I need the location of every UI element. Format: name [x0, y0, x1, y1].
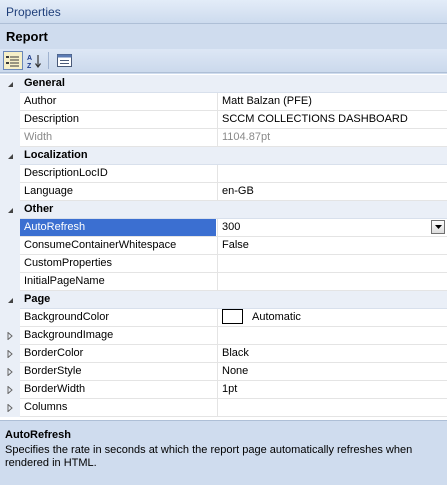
property-value: 300: [222, 221, 241, 233]
svg-text:Z: Z: [27, 63, 32, 69]
color-swatch: [222, 308, 243, 324]
property-value[interactable]: [217, 273, 447, 290]
property-name: Language: [24, 185, 73, 197]
property-row-columns[interactable]: Columns: [0, 399, 447, 417]
dropdown-button[interactable]: [431, 220, 445, 234]
description-title: AutoRefresh: [5, 429, 72, 441]
property-name: CustomProperties: [24, 257, 113, 269]
property-name: BorderStyle: [24, 365, 82, 377]
property-name: BorderColor: [24, 347, 84, 359]
property-name: Width: [24, 131, 53, 143]
property-row-language[interactable]: Language en-GB: [0, 183, 447, 201]
property-row-width[interactable]: Width 1104.87pt: [0, 129, 447, 147]
property-row-bordercolor[interactable]: BorderColor Black: [0, 345, 447, 363]
property-value[interactable]: Matt Balzan (PFE): [217, 93, 447, 110]
property-row-borderwidth[interactable]: BorderWidth 1pt: [0, 381, 447, 399]
category-label: Localization: [24, 149, 88, 161]
collapse-icon[interactable]: [0, 75, 20, 93]
property-value[interactable]: Black: [217, 345, 447, 362]
toolbar-separator: [48, 52, 49, 69]
property-pages-icon: [56, 54, 72, 67]
property-value: 1104.87pt: [217, 129, 447, 146]
properties-toolbar: A Z: [0, 49, 447, 73]
category-label: Page: [24, 293, 51, 305]
property-name: InitialPageName: [24, 275, 105, 287]
property-row-backgroundimage[interactable]: BackgroundImage: [0, 327, 447, 345]
alphabetical-sort-icon: A Z: [27, 54, 41, 69]
property-row-consumecontainerwhitespace[interactable]: ConsumeContainerWhitespace False: [0, 237, 447, 255]
svg-text:A: A: [27, 55, 32, 62]
property-name: BorderWidth: [24, 383, 86, 395]
property-name: Description: [24, 113, 80, 125]
autorefresh-value-input[interactable]: 300: [217, 219, 447, 236]
property-row-initialpagename[interactable]: InitialPageName: [0, 273, 447, 291]
collapse-icon[interactable]: [0, 147, 20, 165]
category-label: Other: [24, 203, 54, 215]
property-value[interactable]: None: [217, 363, 447, 380]
property-value[interactable]: [217, 165, 447, 182]
categorized-view-icon: [6, 55, 19, 66]
alphabetical-view-button[interactable]: A Z: [25, 51, 45, 70]
property-name: ConsumeContainerWhitespace: [24, 239, 177, 251]
description-text: Specifies the rate in seconds at which t…: [5, 444, 413, 469]
property-name: Columns: [24, 401, 68, 413]
property-grid: General Author Matt Balzan (PFE) Descrip…: [0, 74, 447, 420]
property-row-borderstyle[interactable]: BorderStyle None: [0, 363, 447, 381]
property-value[interactable]: [217, 399, 447, 416]
property-row-customproperties[interactable]: CustomProperties: [0, 255, 447, 273]
expand-icon[interactable]: [0, 327, 20, 345]
property-value[interactable]: [217, 255, 447, 272]
property-row-author[interactable]: Author Matt Balzan (PFE): [0, 93, 447, 111]
collapse-icon[interactable]: [0, 291, 20, 309]
expand-icon[interactable]: [0, 345, 20, 363]
chevron-down-icon: [434, 225, 442, 229]
property-value[interactable]: [217, 327, 447, 344]
categorized-view-button[interactable]: [3, 51, 23, 70]
property-value: Automatic: [252, 311, 301, 323]
property-name: AutoRefresh: [20, 219, 216, 236]
category-general[interactable]: General: [0, 75, 447, 93]
collapse-icon[interactable]: [0, 201, 20, 219]
property-value[interactable]: 1pt: [217, 381, 447, 398]
property-name: BackgroundImage: [24, 329, 114, 341]
expand-icon[interactable]: [0, 381, 20, 399]
property-name: DescriptionLocID: [24, 167, 108, 179]
properties-panel-title: Properties: [0, 0, 447, 24]
property-pages-button[interactable]: [54, 51, 74, 70]
selected-object-name: Report: [6, 29, 48, 44]
category-label: General: [24, 77, 65, 89]
property-row-descriptionlocid[interactable]: DescriptionLocID: [0, 165, 447, 183]
property-row-description[interactable]: Description SCCM COLLECTIONS DASHBOARD: [0, 111, 447, 129]
category-other[interactable]: Other: [0, 201, 447, 219]
property-value[interactable]: en-GB: [217, 183, 447, 200]
property-value-container[interactable]: Automatic: [217, 308, 447, 326]
expand-icon[interactable]: [0, 363, 20, 381]
description-pane: AutoRefresh Specifies the rate in second…: [0, 425, 447, 485]
property-row-backgroundcolor[interactable]: BackgroundColor Automatic: [0, 308, 447, 327]
property-row-autorefresh[interactable]: AutoRefresh 300: [0, 219, 447, 237]
category-page[interactable]: Page: [0, 291, 447, 309]
category-localization[interactable]: Localization: [0, 147, 447, 165]
property-value[interactable]: SCCM COLLECTIONS DASHBOARD: [217, 111, 447, 128]
property-name: BackgroundColor: [24, 311, 109, 323]
expand-icon[interactable]: [0, 399, 20, 417]
property-name: Author: [24, 95, 57, 107]
property-value[interactable]: False: [217, 237, 447, 254]
